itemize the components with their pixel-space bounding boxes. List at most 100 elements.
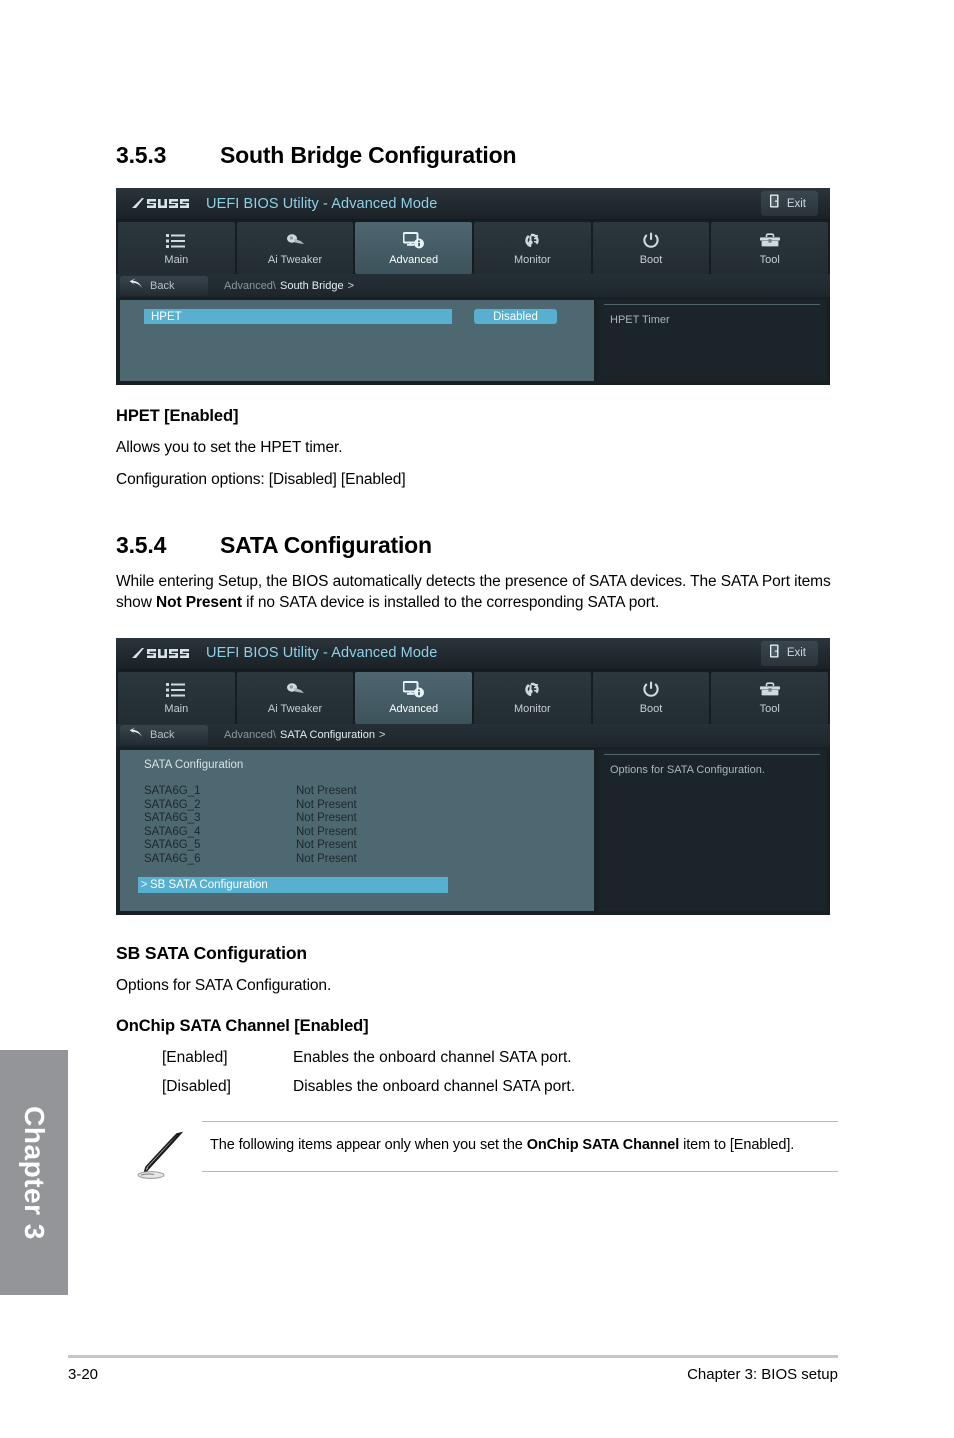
sata-port-name: SATA6G_4 [144,825,201,838]
hpet-description: Allows you to set the HPET timer. [116,439,343,456]
footer-page-number: 3-20 [68,1366,99,1383]
sb-sata-description: Options for SATA Configuration. [116,976,332,994]
bios1-breadcrumb-parent[interactable]: Advanced\ [224,280,276,292]
bios1-tab-tool-label: Tool [759,253,780,266]
note-text-bold: OnChip SATA Channel [526,1136,680,1153]
sata-port-name: SATA6G_5 [144,839,201,852]
bios2-breadcrumb-bar: Back Advanced\ SATA Configuration > [116,723,830,747]
note-text-part2: item to [Enabled]. [679,1136,795,1153]
monitor-info-icon [402,231,425,251]
note-text: The following items appear only when you… [202,1120,838,1172]
list-icon [166,680,186,700]
bios1-hpet-value[interactable]: Disabled [474,309,557,324]
bios2-tab-ai-tweaker[interactable]: Ai Tweaker [236,671,354,724]
bios1-tab-advanced[interactable]: Advanced [355,222,473,274]
section-number-353: 3.5.3 [116,142,167,168]
sata-port-status: Not Present [296,825,357,838]
sata-port-name: SATA6G_2 [144,798,201,811]
bios2-breadcrumb-parent[interactable]: Advanced\ [224,729,276,741]
bios2-help-text: Options for SATA Configuration. [610,763,765,776]
thermometer-icon [521,680,543,700]
table-row[interactable]: SATA6G_6 Not Present [120,852,594,866]
bios1-tab-tool[interactable]: Tool [711,222,829,274]
bios1-hpet-row[interactable]: HPET Disabled [120,308,594,325]
page-content: 3.5.3 South Bridge Configuration UEFI BI… [116,0,838,1181]
bios1-tab-main[interactable]: Main [118,222,235,274]
table-row[interactable]: SATA6G_1 Not Present [120,785,594,799]
bios2-tab-boot[interactable]: Boot [592,671,710,724]
submenu-arrow-icon: > [140,878,148,891]
back-arrow-icon [129,277,143,295]
bios1-settings-panel: HPET Disabled [120,300,594,381]
bios1-tab-monitor[interactable]: Monitor [474,222,591,274]
section-354-intro: While entering Setup, the BIOS automatic… [116,572,838,614]
onchip-option-enabled: [Enabled] Enables the onboard channel SA… [162,1047,838,1069]
section-354-intro-bold: Not Present [156,593,242,611]
bios2-body: SATA Configuration SATA6G_1 Not Present … [116,746,830,915]
chapter-side-tab: Chapter 3 [0,1050,68,1295]
bios1-help-panel: HPET Timer [598,300,826,381]
onchip-option-disabled-desc: Disables the onboard channel SATA port. [293,1078,576,1096]
fan-blade-icon [283,231,307,251]
bios2-tab-monitor-label: Monitor [514,703,551,716]
onchip-sata-heading: OnChip SATA Channel [Enabled] [116,1016,369,1035]
bios-screenshot-south-bridge: UEFI BIOS Utility - Advanced Mode Exit M… [116,188,830,385]
section-354-intro-part2: if no SATA device is installed to the co… [241,593,660,611]
bios2-titlebar: UEFI BIOS Utility - Advanced Mode Exit [116,637,830,670]
pencil-note-icon [116,1121,202,1181]
exit-door-icon [769,644,780,663]
sata-port-status: Not Present [296,785,357,798]
monitor-info-icon [402,680,425,700]
bios2-tab-monitor[interactable]: Monitor [474,671,591,724]
sb-sata-heading: SB SATA Configuration [116,942,308,963]
section-title-353: South Bridge Configuration [220,142,517,168]
bios1-title: UEFI BIOS Utility - Advanced Mode [206,195,438,212]
bios2-back-label: Back [150,729,175,742]
bios1-tab-boot[interactable]: Boot [592,222,710,274]
onchip-option-disabled-key: [Disabled] [162,1078,231,1096]
bios2-tab-advanced[interactable]: Advanced [355,671,473,724]
bios1-titlebar: UEFI BIOS Utility - Advanced Mode Exit [116,188,830,220]
sata-port-name: SATA6G_1 [144,785,201,798]
table-row[interactable]: SATA6G_2 Not Present [120,798,594,812]
fan-blade-icon [283,680,307,700]
section-title-354: SATA Configuration [220,531,432,558]
list-icon [166,231,186,251]
sata-port-name: SATA6G_6 [144,852,201,865]
bios1-tab-main-label: Main [164,253,189,266]
bios2-sata-port-list: SATA6G_1 Not Present SATA6G_2 Not Presen… [120,785,594,866]
bios2-sb-sata-submenu-item[interactable]: > SB SATA Configuration [138,876,448,893]
bios2-sb-sata-submenu-label: SB SATA Configuration [150,878,268,891]
bios2-back-button[interactable]: Back [120,725,208,746]
bios1-breadcrumb-current: South Bridge [279,279,344,292]
bios2-settings-panel: SATA Configuration SATA6G_1 Not Present … [120,749,594,911]
page-footer: 3-20 Chapter 3: BIOS setup [68,1366,838,1383]
toolbox-icon [759,680,781,700]
note-box: The following items appear only when you… [116,1120,838,1181]
bios1-hpet-label: HPET [144,309,452,324]
bios1-body: HPET Disabled HPET Timer [116,297,830,385]
hpet-heading: HPET [Enabled] [116,407,239,425]
bios1-tab-ai-tweaker[interactable]: Ai Tweaker [236,222,354,274]
bios2-tab-main-label: Main [164,703,189,716]
bios2-help-panel: Options for SATA Configuration. [598,749,826,911]
exit-door-icon [769,194,780,213]
bios1-tab-boot-label: Boot [639,253,663,266]
asus-logo-icon [130,646,196,661]
table-row[interactable]: SATA6G_5 Not Present [120,839,594,853]
bios2-panel-heading: SATA Configuration [144,758,244,771]
bios2-tab-main[interactable]: Main [118,671,235,724]
table-row[interactable]: SATA6G_4 Not Present [120,825,594,839]
bios1-back-button[interactable]: Back [120,275,208,296]
bios1-tab-monitor-label: Monitor [514,253,551,266]
onchip-option-enabled-desc: Enables the onboard channel SATA port. [293,1048,572,1066]
asus-logo-icon [130,196,196,211]
bios2-exit-button[interactable]: Exit [760,640,818,666]
bios2-tab-tool[interactable]: Tool [711,671,829,724]
table-row[interactable]: SATA6G_3 Not Present [120,812,594,826]
power-icon [642,680,660,700]
bios1-breadcrumb: Advanced\ South Bridge > [224,280,354,292]
bios-screenshot-sata-configuration: UEFI BIOS Utility - Advanced Mode Exit M… [116,637,830,915]
bios2-tab-tool-label: Tool [759,703,780,716]
bios1-exit-button[interactable]: Exit [760,191,818,216]
